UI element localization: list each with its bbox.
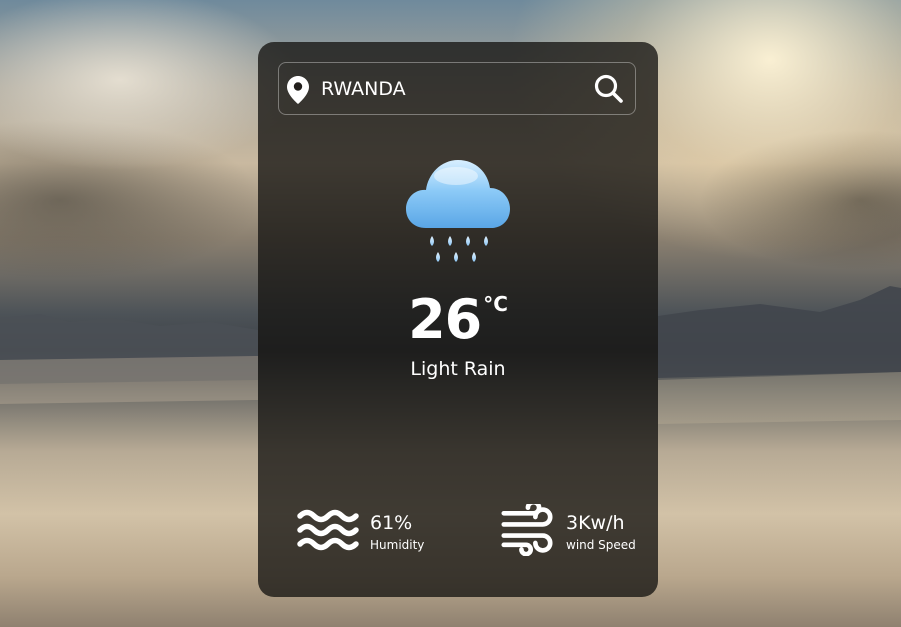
humidity-detail: 61% Humidity [296, 504, 456, 556]
wind-value: 3Kw/h [566, 512, 625, 534]
humidity-label: Humidity [370, 538, 425, 552]
wind-icon [501, 504, 553, 556]
wind-detail: 3Kw/h wind Speed [498, 504, 648, 556]
search-button[interactable] [593, 73, 625, 105]
temperature-unit: °C [483, 292, 508, 316]
humidity-value: 61% [370, 512, 413, 534]
weather-description: Light Rain [410, 358, 506, 380]
search-input[interactable] [321, 73, 581, 105]
background-scene: 26°C Light Rain 61% Humidity [0, 0, 901, 627]
wind-label: wind Speed [566, 538, 636, 552]
humidity-text: 61% Humidity [370, 511, 424, 553]
waves-icon [297, 509, 359, 551]
weather-card: 26°C Light Rain 61% Humidity [258, 42, 658, 597]
temperature-value: 26 [408, 288, 482, 351]
search-icon [594, 74, 623, 103]
location-pin-icon [287, 76, 309, 104]
temperature-display: 26 °C [258, 288, 658, 352]
rain-cloud-icon [406, 160, 510, 262]
search-bar [278, 62, 636, 115]
wind-text: 3Kw/h wind Speed [566, 511, 636, 553]
